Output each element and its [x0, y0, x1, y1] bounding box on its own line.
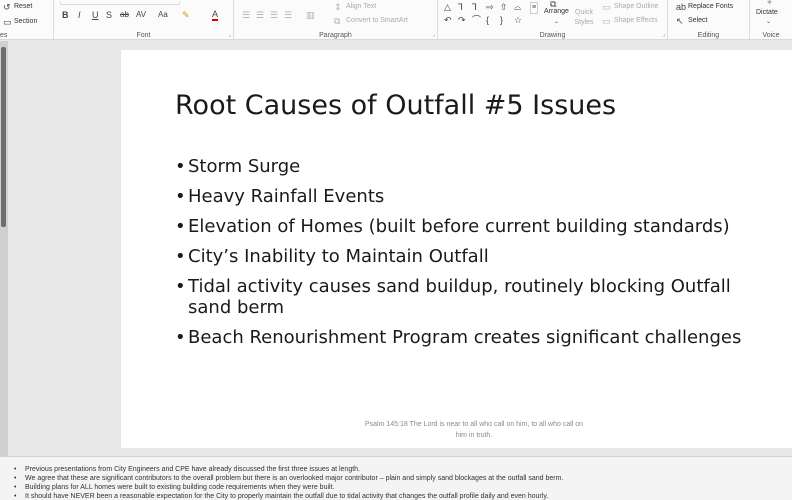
- font-name-box[interactable]: [60, 1, 180, 5]
- replace-fonts-button[interactable]: Replace Fonts: [688, 3, 733, 10]
- microphone-icon: ⏚: [766, 0, 773, 5]
- voice-group: ⏚ Dictate ⌄ Voice: [750, 0, 792, 39]
- right-arrow-shape-icon[interactable]: ⇨: [486, 2, 494, 12]
- bullet-item: Tidal activity causes sand buildup, rout…: [175, 276, 775, 318]
- columns-icon[interactable]: ▥: [306, 10, 315, 20]
- shapes-gallery[interactable]: △ ⅂ ⅂ ⇨ ⇧ ⌓ ↶ ↷ ⌒ { } ☆: [442, 1, 528, 29]
- bullet-item: City’s Inability to Maintain Outfall: [175, 246, 775, 267]
- slide-footer-quote[interactable]: Psalm 145:18 The Lord is near to all who…: [359, 419, 589, 441]
- select-button[interactable]: Select: [688, 17, 707, 24]
- font-group: B I U S ab AV Aa ✎ A Font ⌟: [54, 0, 234, 39]
- speaker-notes-pane[interactable]: Previous presentations from City Enginee…: [0, 456, 792, 500]
- align-text-button[interactable]: Align Text: [346, 3, 376, 10]
- font-color-button[interactable]: A: [212, 9, 219, 21]
- curve-shape-icon[interactable]: ↶: [444, 15, 452, 25]
- italic-button[interactable]: I: [78, 10, 81, 20]
- bullet-item: Heavy Rainfall Events: [175, 186, 775, 207]
- arrange-dropdown-icon[interactable]: ⌄: [554, 17, 559, 27]
- section-button[interactable]: Section: [14, 18, 37, 25]
- paragraph-group-label: Paragraph: [319, 32, 352, 39]
- align-right-icon[interactable]: ☰: [270, 10, 278, 20]
- dictate-dropdown-icon[interactable]: ⌄: [766, 17, 771, 27]
- star-shape-icon[interactable]: ☆: [514, 15, 522, 25]
- right-brace-icon[interactable]: }: [500, 15, 503, 25]
- dictate-button[interactable]: Dictate: [756, 9, 778, 16]
- note-item: Building plans for ALL homes were built …: [0, 483, 792, 492]
- align-text-icon: ⇕: [334, 2, 342, 12]
- font-dialog-launcher-icon[interactable]: ⌟: [228, 31, 231, 38]
- voice-group-label: Voice: [762, 32, 780, 39]
- note-item: Previous presentations from City Enginee…: [0, 465, 792, 474]
- bold-button[interactable]: B: [62, 10, 69, 20]
- scribble-shape-icon[interactable]: ↷: [458, 15, 466, 25]
- font-group-label: Font: [136, 32, 151, 39]
- strikethrough-button[interactable]: ab: [120, 10, 129, 20]
- editing-group-label: Editing: [697, 32, 720, 39]
- shape-effects-button[interactable]: Shape Effects: [614, 17, 657, 24]
- thumbnail-scrollbar[interactable]: [1, 47, 6, 227]
- justify-icon[interactable]: ☰: [284, 10, 292, 20]
- note-item: It should have NEVER been a reasonable e…: [0, 492, 792, 500]
- slides-group-label: es: [0, 32, 8, 39]
- editing-group: ab Replace Fonts ↖ Select Editing: [668, 0, 750, 39]
- freeform-shape-icon[interactable]: ⌓: [514, 2, 521, 12]
- underline-button[interactable]: U: [92, 10, 99, 20]
- reset-button[interactable]: Reset: [14, 3, 32, 10]
- arrange-button[interactable]: Arrange: [544, 8, 569, 15]
- align-center-icon[interactable]: ☰: [256, 10, 264, 20]
- ribbon: ↺ Reset ▭ Section es B I U S ab AV Aa ✎ …: [0, 0, 792, 40]
- replace-fonts-icon: ab: [676, 2, 687, 12]
- quick-styles-button[interactable]: Quick Styles: [572, 8, 596, 28]
- slide-title[interactable]: Root Causes of Outfall #5 Issues: [175, 90, 616, 121]
- bullet-item: Elevation of Homes (built before current…: [175, 216, 775, 237]
- slide-thumbnail-pane: [0, 41, 8, 456]
- shadow-button[interactable]: S: [106, 10, 112, 20]
- shape-outline-button[interactable]: Shape Outline: [614, 3, 658, 10]
- bullet-item: Beach Renourishment Program creates sign…: [175, 327, 775, 348]
- elbow-connector-icon[interactable]: ⅂: [458, 2, 463, 12]
- shape-effects-icon: ▭: [602, 16, 611, 26]
- reset-icon: ↺: [3, 2, 11, 12]
- slides-group: ↺ Reset ▭ Section es: [0, 0, 54, 39]
- drawing-group: △ ⅂ ⅂ ⇨ ⇧ ⌓ ↶ ↷ ⌒ { } ☆ ≡ ⧉ Arrange ⌄ Qu…: [438, 0, 668, 39]
- slide-canvas[interactable]: Root Causes of Outfall #5 Issues Storm S…: [121, 50, 792, 448]
- drawing-group-label: Drawing: [539, 32, 566, 39]
- slide-bullet-list[interactable]: Storm Surge Heavy Rainfall Events Elevat…: [175, 156, 775, 357]
- drawing-dialog-launcher-icon[interactable]: ⌟: [662, 31, 665, 38]
- arc-shape-icon[interactable]: ⌒: [472, 15, 481, 25]
- convert-smartart-button[interactable]: Convert to SmartArt: [346, 17, 408, 24]
- paragraph-group: ☰ ☰ ☰ ☰ ▥ ⇕ Align Text ⧉ Convert to Smar…: [234, 0, 438, 39]
- char-spacing-button[interactable]: AV: [136, 10, 146, 20]
- select-cursor-icon: ↖: [676, 16, 684, 26]
- section-icon: ▭: [3, 17, 12, 27]
- align-left-icon[interactable]: ☰: [242, 10, 250, 20]
- shapes-more-icon[interactable]: ≡: [530, 2, 539, 14]
- triangle-shape-icon[interactable]: △: [444, 2, 451, 12]
- shape-outline-icon: ▭: [602, 2, 611, 12]
- notes-list: Previous presentations from City Enginee…: [0, 465, 792, 500]
- elbow-arrow-icon[interactable]: ⅂: [472, 2, 477, 12]
- up-arrow-shape-icon[interactable]: ⇧: [500, 2, 508, 12]
- note-item: We agree that these are significant cont…: [0, 474, 792, 483]
- left-brace-icon[interactable]: {: [486, 15, 489, 25]
- bullet-item: Storm Surge: [175, 156, 775, 177]
- paragraph-dialog-launcher-icon[interactable]: ⌟: [432, 31, 435, 38]
- change-case-button[interactable]: Aa: [158, 10, 168, 20]
- highlight-icon[interactable]: ✎: [182, 10, 190, 20]
- smartart-icon: ⧉: [334, 16, 341, 26]
